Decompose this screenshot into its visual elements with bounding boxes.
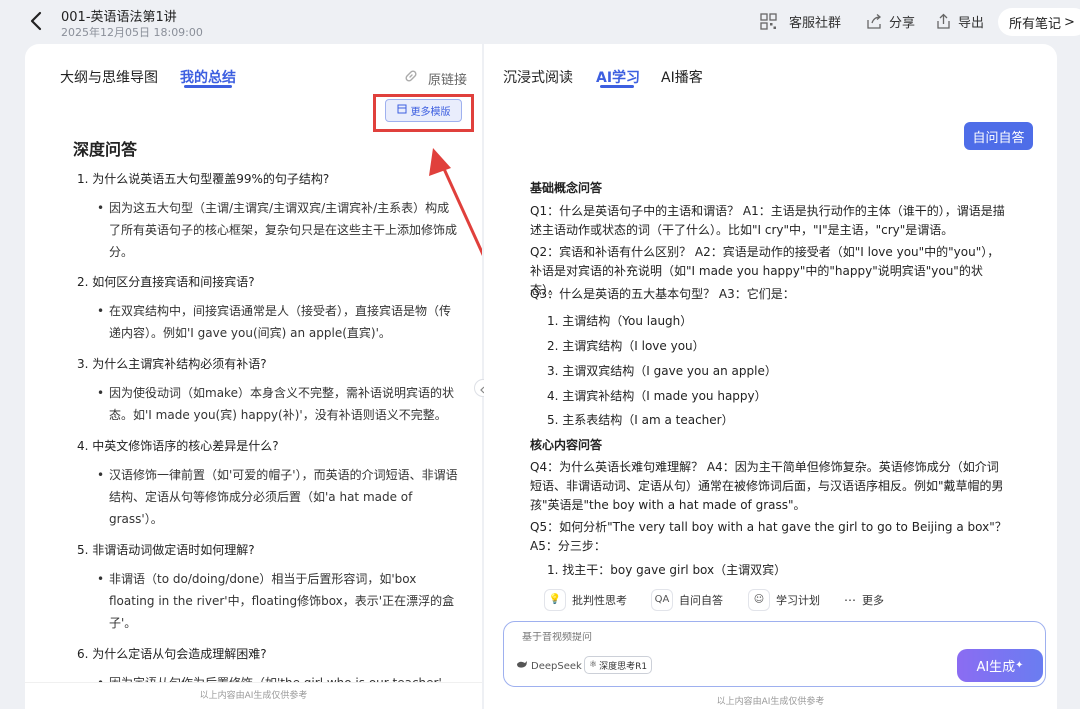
pattern-4: 4. 主谓宾补结构（I made you happy）	[547, 389, 767, 403]
top-bar: 001-英语语法第1讲 2025年12月05日 18:09:00 客服社群 分享…	[0, 0, 1080, 44]
sparkle-icon: ✦	[1015, 660, 1024, 671]
analysis-step-1: 1. 找主干：boy gave girl box（主谓双宾）	[547, 563, 787, 577]
question-input[interactable]	[522, 632, 902, 643]
original-link-label: 原链接	[428, 72, 468, 88]
ai-generate-label: AI生成	[976, 660, 1016, 675]
qa-q5: Q5：如何分析"The very tall boy with a hat gav…	[530, 520, 1007, 553]
more-templates-label: 更多模版	[410, 107, 451, 118]
answer-5: • 非谓语（to do/doing/done）相当于后置形容词，如'box flo…	[97, 572, 455, 630]
pattern-3: 3. 主谓双宾结构（I gave you an apple）	[547, 364, 777, 378]
answer-2: • 在双宾结构中，间接宾语通常是人（接受者），直接宾语是物（传递内容）。例如'I …	[97, 304, 452, 340]
question-4: 4. 中英文修饰语序的核心差异是什么?	[77, 439, 279, 453]
plan-icon: ☺	[748, 588, 770, 611]
critical-thinking-chip[interactable]: 💡 批判性思考	[544, 587, 627, 612]
answer-4: • 汉语修饰一律前置（如'可爱的帽子'），而英语的介词短语、非谓语结构、定语从句等…	[97, 468, 458, 526]
qa-q3: Q3：什么是英语的五大基本句型？ A3：它们是：	[530, 287, 795, 301]
deepseek-whale-icon	[516, 660, 528, 672]
deep-think-label: 深度思考R1	[599, 661, 648, 672]
original-link-button[interactable]: 原链接	[403, 68, 467, 88]
ai-learning-panel: 沉浸式阅读 AI学习 AI播客 自问自答 基础概念问答 Q1：什么是英语句子中的…	[484, 44, 1057, 709]
ai-disclaimer: 以上内容由AI生成仅供参考	[716, 697, 825, 707]
export-label: 导出	[958, 16, 985, 31]
atom-icon: ⚛	[589, 660, 598, 670]
pattern-5: 5. 主系表结构（I am a teacher）	[547, 413, 734, 427]
qa-q1: Q1：什么是英语句子中的主语和谓语？ A1：主语是执行动作的主体（谁干的），谓语…	[530, 204, 1005, 237]
answer-1-text: 因为这五大句型（主谓/主谓宾/主谓双宾/主谓宾补/主系表）构成了所有英语句子的核…	[109, 201, 458, 259]
chevron-right-icon: >	[1064, 14, 1075, 30]
chip-label: 更多	[862, 593, 884, 607]
tab-ai-podcast[interactable]: AI播客	[661, 67, 703, 87]
share-button[interactable]: 分享	[866, 12, 915, 31]
chip-label: 学习计划	[776, 593, 820, 607]
answer-5-text: 非谓语（to do/doing/done）相当于后置形容词，如'box floa…	[109, 572, 455, 630]
answer-1: • 因为这五大句型（主谓/主谓宾/主谓双宾/主谓宾补/主系表）构成了所有英语句子的…	[97, 201, 458, 259]
tab-outline-mindmap[interactable]: 大纲与思维导图	[60, 67, 158, 87]
ai-disclaimer: 以上内容由AI生成仅供参考	[25, 682, 482, 709]
tab-immersive-reading[interactable]: 沉浸式阅读	[503, 67, 573, 87]
answer-3-text: 因为使役动词（如make）本身含义不完整，需补语说明宾语的状态。如'I made…	[109, 386, 454, 422]
service-group-label: 客服社群	[789, 16, 842, 31]
question-1: 1. 为什么说英语五大句型覆盖99%的句子结构?	[77, 172, 330, 186]
answer-3: • 因为使役动词（如make）本身含义不完整，需补语说明宾语的状态。如'I mad…	[97, 386, 454, 422]
question-6: 6. 为什么定语从句会造成理解困难?	[77, 647, 267, 661]
tab-ai-learning[interactable]: AI学习	[596, 67, 640, 87]
pattern-2: 2. 主谓宾结构（I love you）	[547, 339, 705, 353]
core-content-heading: 核心内容问答	[530, 438, 603, 452]
ai-generate-button[interactable]: AI生成 ✦	[957, 649, 1043, 682]
share-icon	[866, 13, 883, 30]
template-icon	[397, 104, 407, 117]
question-5: 5. 非谓语动词做定语时如何理解?	[77, 543, 255, 557]
bulb-icon: 💡	[544, 588, 566, 611]
service-group-button[interactable]: 客服社群	[760, 12, 841, 31]
tab-my-summary[interactable]: 我的总结	[180, 67, 236, 87]
active-tab-underline	[600, 85, 634, 88]
answer-2-text: 在双宾结构中，间接宾语通常是人（接受者），直接宾语是物（传递内容）。例如'I g…	[109, 304, 452, 340]
question-2: 2. 如何区分直接宾语和间接宾语?	[77, 275, 255, 289]
question-3: 3. 为什么主谓宾补结构必须有补语?	[77, 357, 267, 371]
deepseek-label: DeepSeek	[531, 660, 582, 672]
self-qa-chip[interactable]: QA 自问自答	[651, 587, 723, 612]
share-label: 分享	[889, 16, 916, 31]
export-button[interactable]: 导出	[935, 12, 984, 31]
active-tab-underline	[184, 85, 232, 88]
chip-label: 批判性思考	[572, 593, 627, 607]
deep-think-toggle[interactable]: ⚛ 深度思考R1	[584, 656, 653, 674]
basic-concepts-heading: 基础概念问答	[530, 181, 603, 195]
note-date: 2025年12月05日 18:09:00	[61, 26, 203, 39]
all-notes-label: 所有笔记	[1009, 16, 1062, 32]
deepseek-model-selector[interactable]: DeepSeek	[516, 660, 582, 672]
summary-panel: 大纲与思维导图 我的总结 原链接 更多模版 深度问答 1. 为什么说英语五大句型…	[25, 44, 482, 709]
answer-4-text: 汉语修饰一律前置（如'可爱的帽子'），而英语的介词短语、非谓语结构、定语从句等修…	[109, 468, 458, 526]
qa-icon: QA	[651, 588, 673, 611]
more-icon: ⋯	[844, 592, 856, 607]
qr-code-icon	[760, 13, 777, 30]
study-plan-chip[interactable]: ☺ 学习计划	[748, 587, 820, 612]
chip-label: 自问自答	[679, 593, 723, 607]
note-title: 001-英语语法第1讲	[61, 10, 177, 25]
all-notes-button[interactable]: 所有笔记 >	[998, 8, 1080, 36]
qa-q4: Q4：为什么英语长难句难理解？ A4：因为主干简单但修饰复杂。英语修饰成分（如介…	[530, 460, 1004, 512]
more-chip[interactable]: ⋯ 更多	[844, 587, 884, 612]
pattern-1: 1. 主谓结构（You laugh）	[547, 314, 693, 328]
back-icon[interactable]	[26, 9, 48, 33]
self-qa-button[interactable]: 自问自答	[964, 122, 1033, 150]
question-input-box: DeepSeek ⚛ 深度思考R1 AI生成 ✦	[503, 621, 1046, 687]
link-icon	[403, 68, 419, 88]
export-icon	[935, 13, 952, 30]
section-title: 深度问答	[73, 140, 138, 159]
more-templates-button[interactable]: 更多模版	[385, 99, 462, 122]
